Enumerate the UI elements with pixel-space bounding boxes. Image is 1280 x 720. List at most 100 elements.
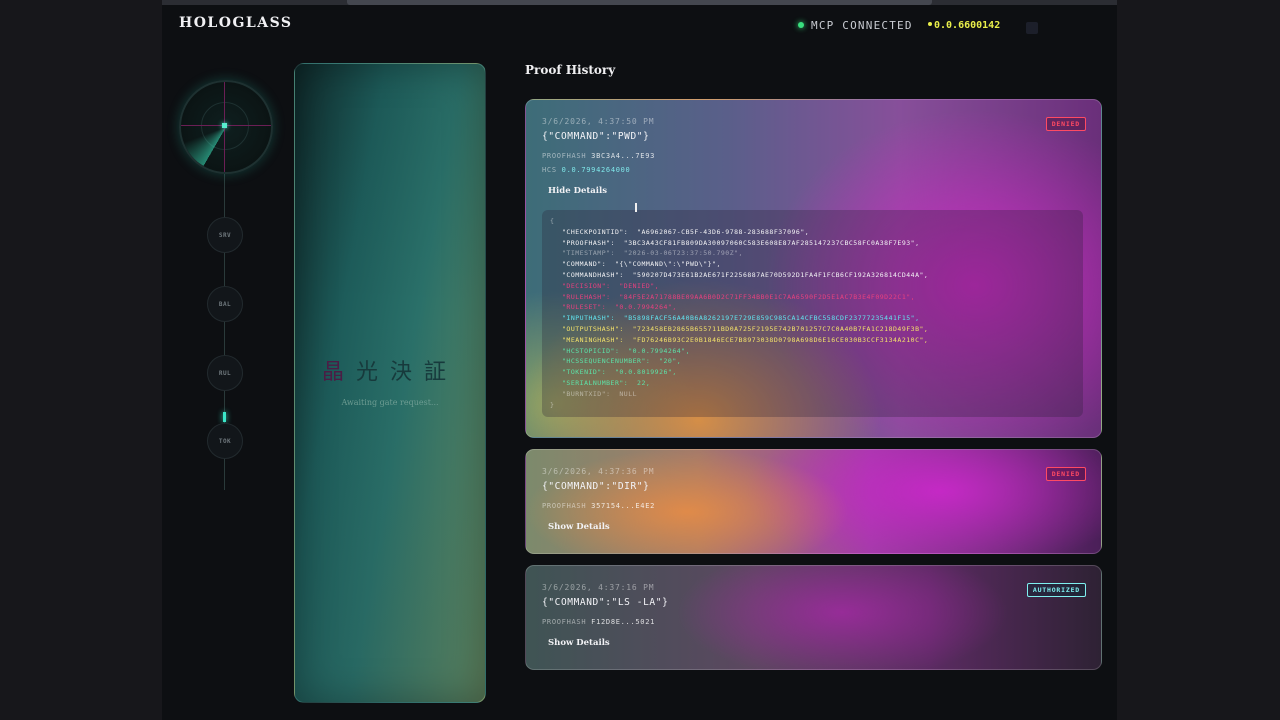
- json-key: "TIMESTAMP":: [562, 249, 615, 258]
- status-badge: DENIED: [1045, 467, 1086, 481]
- proof-command: {"COMMAND":"DIR"}: [542, 481, 650, 492]
- json-value: 22,: [628, 378, 651, 387]
- json-row: "INPUTHASH": "B5898FACF56A40B6A8262197E7…: [550, 313, 1075, 324]
- json-row: "HCSSEQUENCENUMBER": "20",: [550, 356, 1075, 367]
- json-value: "0.0.7994264",: [619, 346, 690, 355]
- proof-command: {"COMMAND":"LS -LA"}: [542, 597, 669, 608]
- rail-active-indicator: [223, 412, 226, 422]
- kanji-char: 晶: [321, 360, 356, 385]
- show-details-button[interactable]: Show Details: [548, 638, 610, 648]
- json-value: "A6962067-CB5F-43D6-9788-283688F37096",: [628, 227, 810, 236]
- kanji-char: 光: [355, 360, 390, 385]
- json-row: "BURNTXID": NULL: [550, 389, 1075, 400]
- json-row: "CHECKPOINTID": "A6962067-CB5F-43D6-9788…: [550, 227, 1075, 238]
- account-dot-icon: [928, 22, 932, 26]
- header: HOLOGLASS MCP CONNECTED 0.0.6600142: [162, 5, 1117, 47]
- rail-node-srv[interactable]: SRV: [207, 217, 243, 253]
- proof-hash: PROOFHASH 357154...E4E2: [542, 502, 655, 510]
- proofhash-value: F12D8E...5021: [591, 618, 656, 626]
- proof-hash: PROOFHASH 3BC3A4...7E93: [542, 152, 655, 160]
- rail-node-tok[interactable]: TOK: [207, 423, 243, 459]
- json-value: "2026-03-06T23:37:50.790Z",: [614, 249, 743, 258]
- json-value: "{\"COMMAND\":\"PWD\"}",: [606, 260, 721, 269]
- json-key: "DECISION":: [562, 281, 611, 290]
- status-badge: AUTHORIZED: [1026, 583, 1086, 597]
- proofhash-value: 357154...E4E2: [591, 502, 656, 510]
- json-key: "CHECKPOINTID":: [562, 227, 629, 236]
- json-key: "OUTPUTSHASH":: [562, 324, 624, 333]
- radar-icon: [179, 80, 273, 174]
- json-row: "RULEHASH": "84F5E2A71788BE09AA6B0D2C71F…: [550, 292, 1075, 303]
- hcs-info: HCS 0.0.7994264000: [542, 166, 630, 174]
- json-key: "HCSSEQUENCENUMBER":: [562, 357, 651, 366]
- json-value: "FD76246B93C2E0B1846ECE7B8973038D0798A69…: [623, 335, 929, 344]
- proof-timestamp: 3/6/2026, 4:37:16 PM: [542, 583, 655, 592]
- json-key: "BURNTXID":: [562, 389, 611, 398]
- json-key: "RULESET":: [562, 303, 607, 312]
- json-value: "723458EB2865B655711BD0A725F2195E742B701…: [623, 324, 929, 333]
- json-key: "PROOFHASH":: [562, 238, 615, 247]
- json-key: "COMMAND":: [562, 260, 607, 269]
- proof-timestamp: 3/6/2026, 4:37:36 PM: [542, 467, 655, 476]
- json-key: "MEANINGHASH":: [562, 335, 624, 344]
- text-cursor-icon: [635, 203, 637, 212]
- json-row: "DECISION": "DENIED",: [550, 281, 1075, 292]
- left-rail: SRV BAL RUL TOK: [179, 80, 273, 490]
- proofhash-value: 3BC3A4...7E93: [591, 152, 656, 160]
- status-badge: DENIED: [1045, 117, 1086, 131]
- status-dot-icon: [798, 22, 804, 28]
- proofhash-label: PROOFHASH: [542, 152, 587, 160]
- hide-details-button[interactable]: Hide Details: [548, 186, 607, 196]
- status-text: MCP CONNECTED: [811, 19, 913, 32]
- proof-card: 3/6/2026, 4:37:16 PM {"COMMAND":"LS -LA"…: [525, 565, 1102, 670]
- kanji-char: 証: [424, 360, 459, 385]
- json-row: "MEANINGHASH": "FD76246B93C2E0B1846ECE7B…: [550, 335, 1075, 346]
- json-value: "0.0.7994264",: [606, 303, 677, 312]
- menu-icon[interactable]: [1026, 22, 1038, 34]
- radar-center: [222, 123, 227, 128]
- account-id-text: 0.0.6600142: [934, 20, 1001, 31]
- json-row: "TIMESTAMP": "2026-03-06T23:37:50.790Z",: [550, 248, 1075, 259]
- account-id[interactable]: 0.0.6600142: [928, 20, 1000, 31]
- json-value: "20",: [650, 357, 682, 366]
- gate-kanji: 晶光決証: [295, 354, 485, 386]
- brand-logo[interactable]: HOLOGLASS: [179, 15, 293, 31]
- proof-card: 3/6/2026, 4:37:50 PM {"COMMAND":"PWD"} P…: [525, 99, 1102, 438]
- app-window: HOLOGLASS MCP CONNECTED 0.0.6600142 SRV …: [162, 0, 1117, 720]
- json-key: "INPUTHASH":: [562, 314, 615, 323]
- json-value: "3BC3A43CF81FB809DA30097060C583E608E87AF…: [614, 238, 920, 247]
- json-key: "HCSTOPICID":: [562, 346, 620, 355]
- hcs-value[interactable]: 0.0.7994264000: [562, 166, 631, 174]
- json-value: "84F5E2A71788BE09AA6B0D2C71FF34BB0E1C7AA…: [610, 292, 916, 301]
- rail-node-rul[interactable]: RUL: [207, 355, 243, 391]
- kanji-char: 決: [390, 360, 425, 385]
- proof-timestamp: 3/6/2026, 4:37:50 PM: [542, 117, 655, 126]
- json-key: "RULEHASH":: [562, 292, 611, 301]
- json-row: "SERIALNUMBER": 22,: [550, 378, 1075, 389]
- json-row: "PROOFHASH": "3BC3A43CF81FB809DA30097060…: [550, 238, 1075, 249]
- show-details-button[interactable]: Show Details: [548, 522, 610, 532]
- json-key: "TOKENID":: [562, 368, 607, 377]
- rail-node-bal[interactable]: BAL: [207, 286, 243, 322]
- proof-details-json: { "CHECKPOINTID": "A6962067-CB5F-43D6-978…: [542, 210, 1083, 417]
- proof-hash: PROOFHASH F12D8E...5021: [542, 618, 655, 626]
- hcs-label: HCS: [542, 166, 557, 174]
- awaiting-message: Awaiting gate request...: [341, 398, 439, 407]
- json-row: "TOKENID": "0.0.8019926",: [550, 367, 1075, 378]
- proof-command: {"COMMAND":"PWD"}: [542, 131, 650, 142]
- json-value: NULL: [610, 389, 638, 398]
- header-icons: [1026, 19, 1044, 38]
- connection-status: MCP CONNECTED: [798, 19, 913, 32]
- json-value: "590207D473E61B2AE671F2256887AE70D592D1F…: [623, 270, 929, 279]
- json-value: "DENIED",: [610, 281, 660, 290]
- json-row: "COMMANDHASH": "590207D473E61B2AE671F225…: [550, 270, 1075, 281]
- json-brace: {: [550, 217, 555, 225]
- proofhash-label: PROOFHASH: [542, 618, 587, 626]
- proof-history-title: Proof History: [525, 63, 616, 77]
- json-key: "SERIALNUMBER":: [562, 378, 629, 387]
- json-value: "B5898FACF56A40B6A8262197E729E859C985CA1…: [614, 314, 920, 323]
- gate-panel: 晶光決証 Awaiting gate request...: [294, 63, 486, 703]
- json-row: "HCSTOPICID": "0.0.7994264",: [550, 346, 1075, 357]
- proof-card: 3/6/2026, 4:37:36 PM {"COMMAND":"DIR"} P…: [525, 449, 1102, 554]
- json-row: "COMMAND": "{\"COMMAND\":\"PWD\"}",: [550, 259, 1075, 270]
